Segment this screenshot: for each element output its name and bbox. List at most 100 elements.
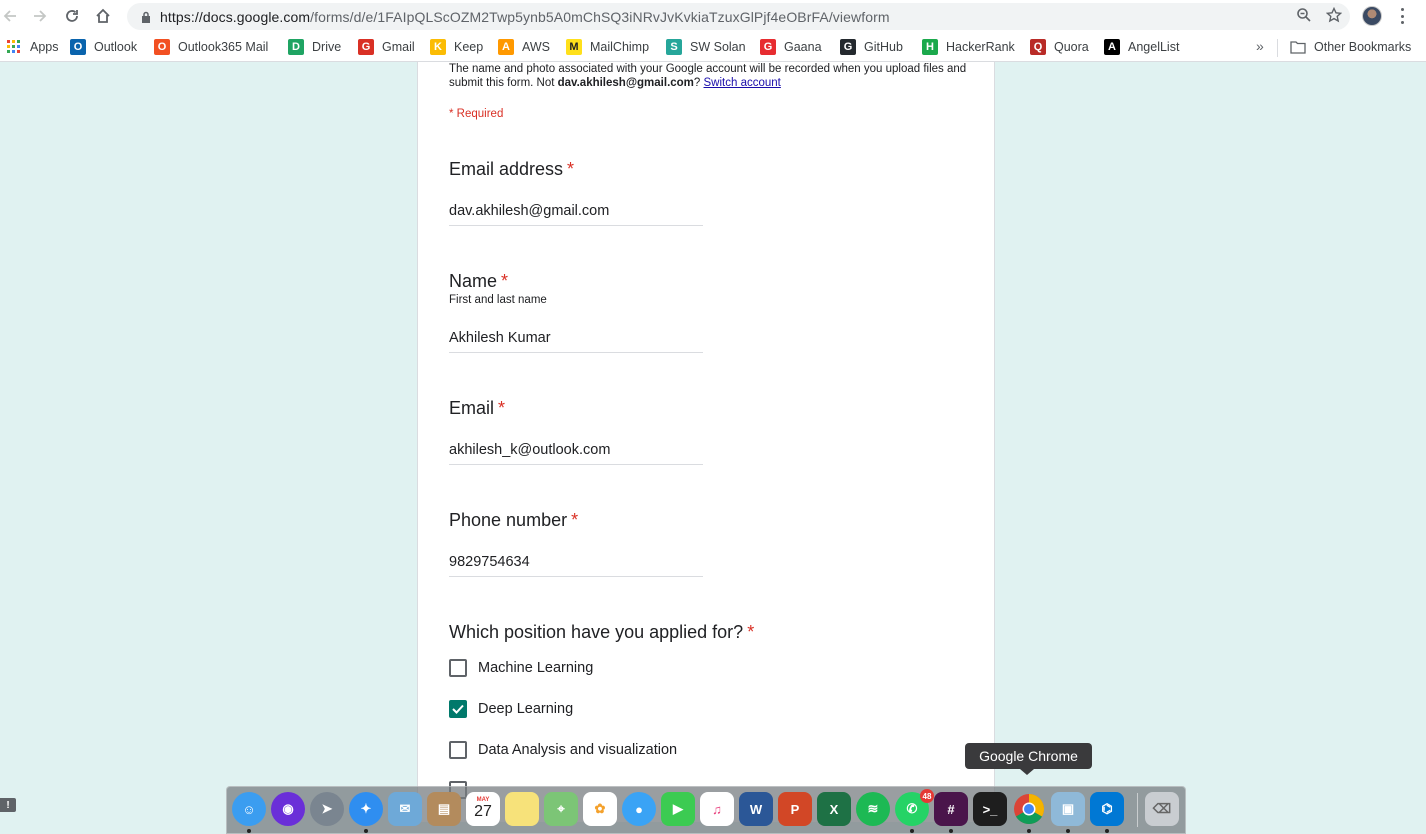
forward-icon[interactable] [26,2,54,30]
bookmark-gmail[interactable]: G Gmail [352,35,421,59]
outlook-icon: O [70,39,86,55]
running-indicator [364,829,368,833]
mail-icon[interactable]: ✉ [388,792,422,826]
checkbox[interactable] [449,659,467,677]
finder-icon[interactable]: ☺ [232,792,266,826]
bookmark-label: GitHub [864,40,903,54]
bookmarks-more-icon[interactable]: » [1256,38,1264,54]
option-data-analysis[interactable]: Data Analysis and visualization [449,741,677,759]
angellist-icon: A [1104,39,1120,55]
bookmark-label: HackerRank [946,40,1015,54]
name-field[interactable]: Akhilesh Kumar [449,327,703,353]
word-icon[interactable]: W [739,792,773,826]
powerpoint-icon[interactable]: P [778,792,812,826]
hackerrank-icon: H [922,39,938,55]
running-indicator [910,829,914,833]
photos-icon[interactable]: ✿ [583,792,617,826]
running-indicator [1066,829,1070,833]
keep-icon: K [430,39,446,55]
required-star: * [571,510,579,530]
messages-icon[interactable]: ● [622,792,656,826]
url-text: https://docs.google.com/forms/d/e/1FAIpQ… [160,8,890,25]
contacts-icon[interactable]: ▤ [427,792,461,826]
preview-icon[interactable]: ▣ [1051,792,1085,826]
apps-grid-icon [6,39,22,55]
bookmark-mailchimp[interactable]: M MailChimp [560,35,655,59]
bookmark-outlook365-mail[interactable]: O Outlook365 Mail [148,35,274,59]
aws-icon: A [498,39,514,55]
maps-icon[interactable]: ⌖ [544,792,578,826]
itunes-icon[interactable]: ♫ [700,792,734,826]
mailchimp-icon: M [566,39,582,55]
trash-icon[interactable]: ⌫ [1145,792,1179,826]
bookmark-quora[interactable]: Q Quora [1024,35,1095,59]
running-indicator [1105,829,1109,833]
option-deep-learning[interactable]: Deep Learning [449,700,573,718]
required-star: * [498,398,506,418]
required-star: * [567,159,575,179]
required-note: * Required [449,108,504,120]
bookmark-gaana[interactable]: G Gaana [754,35,828,59]
question-position: Which position have you applied for? * [449,622,755,642]
safari-icon[interactable]: ✦ [349,792,383,826]
switch-account-link[interactable]: Switch account [704,77,781,89]
bookmark-label: Quora [1054,40,1089,54]
excel-icon[interactable]: X [817,792,851,826]
email-address-field[interactable]: dav.akhilesh@gmail.com [449,200,703,226]
bookmark-apps[interactable]: Apps [0,35,65,59]
bookmark-label: Outlook365 Mail [178,40,269,54]
bookmark-sw-solan[interactable]: S SW Solan [660,35,752,59]
whatsapp-icon[interactable]: ✆ 48 [895,789,934,826]
vscode-icon[interactable]: ⌬ [1090,792,1124,826]
github-icon: G [840,39,856,55]
bookmark-label: Apps [30,40,59,54]
email-field[interactable]: akhilesh_k@outlook.com [449,439,703,465]
macos-dock: ☺ ◉ ➤ ✦ ✉ ▤ MAY 27 ⌖ ✿ ● ▶ ♫ W P X ≋ ✆ 48 # >_ ▣ ⌬ ⌫ [226,786,1186,834]
reload-icon[interactable] [58,2,86,30]
bookmark-aws[interactable]: A AWS [492,35,556,59]
browser-menu-icon[interactable] [1400,8,1404,24]
question-email-address: Email address * [449,159,575,179]
bookmark-label: AngelList [1128,40,1180,54]
zoom-icon[interactable] [1296,7,1312,28]
facetime-icon[interactable]: ▶ [661,792,695,826]
siri-icon[interactable]: ◉ [271,792,305,826]
spotify-icon[interactable]: ≋ [856,792,890,826]
slack-icon[interactable]: # [934,792,968,826]
calendar-day: 27 [474,803,492,820]
launchpad-icon[interactable]: ➤ [310,792,344,826]
phone-field[interactable]: 9829754634 [449,551,703,577]
bookmark-keep[interactable]: K Keep [424,35,489,59]
bookmark-outlook[interactable]: O Outlook [64,35,143,59]
dock-separator [1137,793,1138,827]
bookmark-github[interactable]: G GitHub [834,35,909,59]
notes-icon[interactable] [505,792,539,826]
bookmark-label: SW Solan [690,40,746,54]
name-help-text: First and last name [449,294,547,306]
lock-icon [139,10,153,24]
bookmark-label: Gmail [382,40,415,54]
required-star: * [501,271,509,291]
back-icon[interactable] [0,2,24,30]
terminal-icon[interactable]: >_ [973,792,1007,826]
bookmark-star-icon[interactable] [1325,6,1343,28]
chrome-icon[interactable] [1012,792,1046,826]
notification-badge: 48 [920,789,934,803]
checkbox-checked[interactable] [449,700,467,718]
bookmark-label: Outlook [94,40,138,54]
calendar-icon[interactable]: MAY 27 [466,792,500,826]
bookmark-drive[interactable]: D Drive [282,35,347,59]
address-bar[interactable]: https://docs.google.com/forms/d/e/1FAIpQ… [127,3,1350,30]
other-bookmarks[interactable]: Other Bookmarks [1284,35,1417,59]
account-notice: The name and photo associated with your … [449,63,967,89]
quora-icon: Q [1030,39,1046,55]
other-bookmarks-label: Other Bookmarks [1314,40,1412,54]
question-phone: Phone number * [449,510,579,530]
checkbox[interactable] [449,741,467,759]
bookmark-angellist[interactable]: A AngelList [1098,35,1185,59]
home-icon[interactable] [89,2,117,30]
profile-avatar[interactable] [1362,6,1382,26]
option-machine-learning[interactable]: Machine Learning [449,659,593,677]
bookmark-hackerrank[interactable]: H HackerRank [916,35,1021,59]
feedback-icon[interactable]: ! [0,798,16,812]
